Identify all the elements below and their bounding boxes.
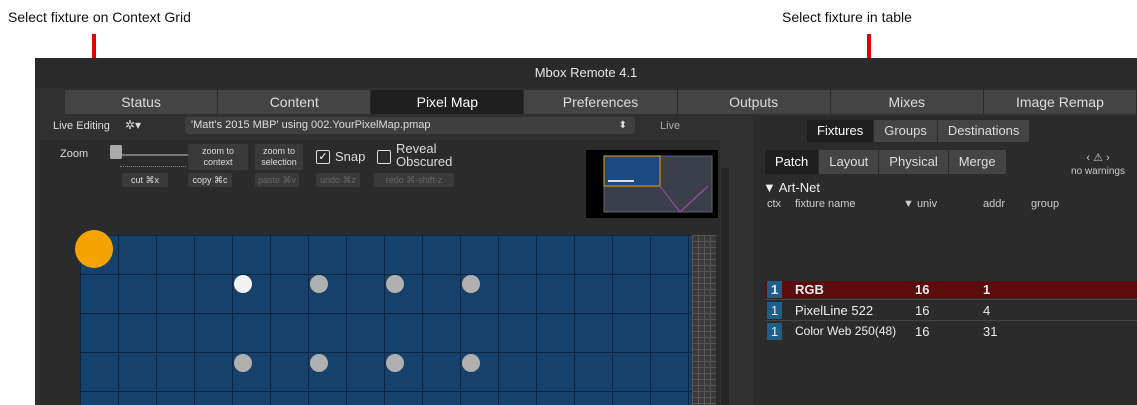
right-tabs: Fixtures Groups Destinations	[807, 120, 1031, 142]
undo-button[interactable]: undo ⌘z	[316, 173, 360, 187]
row-univ: 16	[915, 303, 930, 318]
gear-icon[interactable]: ✲▾	[125, 118, 141, 132]
tab-fixtures[interactable]: Fixtures	[807, 120, 875, 142]
tab-image-remap[interactable]: Image Remap	[983, 90, 1137, 114]
tab-preferences[interactable]: Preferences	[524, 90, 678, 114]
live-status: Live	[660, 120, 681, 132]
row-fixture-name: Color Web 250(48)	[795, 324, 897, 338]
col-univ[interactable]: ▼ univ	[903, 198, 937, 210]
row-divider	[765, 320, 1137, 321]
tab-patch[interactable]: Patch	[765, 150, 820, 174]
pixel-dot[interactable]	[310, 275, 328, 293]
zoom-ticks	[120, 162, 186, 167]
row-addr: 4	[983, 303, 991, 318]
row-univ: 16	[915, 282, 930, 297]
tab-status[interactable]: Status	[65, 90, 219, 114]
row-univ: 16	[915, 324, 930, 339]
row-fixture-name: PixelLine 522	[795, 303, 874, 318]
main-tabs: Status Content Pixel Map Preferences Out…	[65, 90, 1137, 114]
pixel-dot[interactable]	[234, 275, 252, 293]
tab-layout[interactable]: Layout	[819, 150, 880, 174]
tab-mixes[interactable]: Mixes	[830, 90, 984, 114]
row-ctx: 1	[767, 281, 783, 298]
tab-outputs[interactable]: Outputs	[677, 90, 831, 114]
row-addr: 31	[983, 324, 998, 339]
tab-destinations[interactable]: Destinations	[937, 120, 1031, 142]
zoom-to-context-button[interactable]: zoom to context	[188, 144, 248, 170]
pixel-map-select-value: 'Matt's 2015 MBP' using 002.YourPixelMap…	[191, 119, 431, 131]
col-group[interactable]: group	[1031, 198, 1059, 210]
context-grid[interactable]	[80, 235, 692, 405]
pixel-dot[interactable]	[310, 354, 328, 372]
live-editing-label: Live Editing	[53, 120, 110, 132]
pixel-dot[interactable]	[462, 275, 480, 293]
pixel-dot[interactable]	[386, 275, 404, 293]
tab-pixel-map[interactable]: Pixel Map	[371, 90, 525, 114]
tab-groups[interactable]: Groups	[874, 120, 938, 142]
cut-button[interactable]: cut ⌘x	[122, 173, 168, 187]
fixture-sub-tabs: Patch Layout Physical Merge	[765, 150, 1007, 174]
redo-button[interactable]: redo ⌘-shift-z	[374, 173, 454, 187]
window-title: Mbox Remote 4.1	[35, 58, 1137, 88]
snap-label: Snap	[335, 149, 366, 164]
table-row[interactable]: 1 Color Web 250(48) 16 31	[765, 323, 1137, 340]
warnings-text: no warnings	[1071, 166, 1125, 177]
grid-overflow-area	[692, 235, 716, 405]
zoom-slider-handle[interactable]	[110, 145, 122, 159]
paste-button[interactable]: paste ⌘v	[255, 173, 299, 187]
reveal-obscured-label: Reveal Obscured	[396, 141, 453, 169]
select-arrows-icon: ⬍	[618, 120, 627, 131]
copy-button[interactable]: copy ⌘c	[188, 173, 232, 187]
zoom-to-selection-button[interactable]: zoom to selection	[255, 144, 303, 170]
table-row[interactable]: 1 RGB 16 1	[765, 281, 1137, 298]
annotation-right: Select fixture in table	[782, 9, 912, 25]
annotation-left: Select fixture on Context Grid	[8, 9, 191, 25]
zoom-label: Zoom	[60, 148, 89, 160]
col-addr[interactable]: addr	[983, 198, 1005, 210]
zoom-slider[interactable]	[120, 154, 188, 156]
tab-merge[interactable]: Merge	[948, 150, 1007, 174]
fixtures-panel: Fixtures Groups Destinations Patch Layou…	[753, 116, 1137, 405]
pixel-map-editor: Zoom zoom to context zoom to selection ✓…	[40, 140, 720, 405]
pixel-map-select[interactable]: 'Matt's 2015 MBP' using 002.YourPixelMap…	[185, 117, 635, 134]
app-window: Mbox Remote 4.1 Status Content Pixel Map…	[35, 58, 1137, 405]
col-fixture-name[interactable]: fixture name	[795, 198, 856, 210]
row-ctx: 1	[767, 302, 783, 319]
tab-content[interactable]: Content	[218, 90, 372, 114]
snap-checkbox[interactable]: ✓	[316, 150, 330, 164]
selected-fixture-marker[interactable]	[75, 230, 113, 268]
art-net-section-header[interactable]: ▼ Art-Net	[763, 180, 820, 195]
vertical-scrollbar[interactable]	[721, 168, 729, 405]
reveal-obscured-checkbox[interactable]	[377, 150, 391, 164]
col-ctx[interactable]: ctx	[767, 198, 781, 210]
pixel-dot[interactable]	[234, 354, 252, 372]
overview-drawing	[603, 155, 713, 213]
table-row[interactable]: 1 PixelLine 522 16 4	[765, 302, 1137, 319]
row-fixture-name: RGB	[795, 282, 824, 297]
row-divider	[765, 299, 1137, 300]
row-ctx: 1	[767, 323, 783, 340]
warning-icon: ‹ ⚠ ›	[1086, 152, 1110, 164]
warnings-indicator[interactable]: ‹ ⚠ › no warnings	[1063, 152, 1133, 178]
row-addr: 1	[983, 282, 991, 297]
map-overview-thumbnail[interactable]	[586, 150, 718, 218]
tab-physical[interactable]: Physical	[879, 150, 949, 174]
pixel-dot[interactable]	[462, 354, 480, 372]
pixel-dot[interactable]	[386, 354, 404, 372]
